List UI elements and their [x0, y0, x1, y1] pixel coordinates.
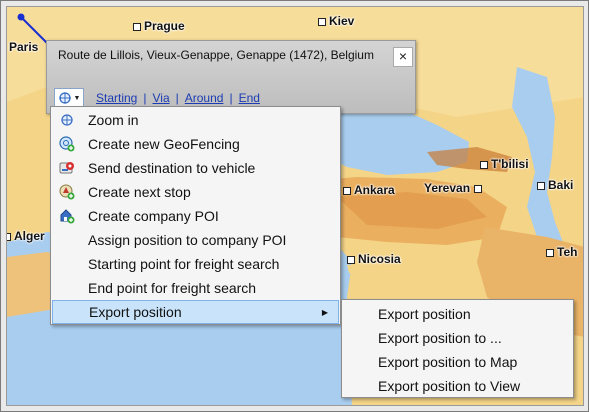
- city-marker: [133, 23, 141, 31]
- zoom-icon: [52, 113, 82, 127]
- menu-item-freight-end[interactable]: End point for freight search: [52, 276, 339, 300]
- submenu-item-export-to[interactable]: Export position to ...: [343, 326, 572, 350]
- city-marker: [343, 187, 351, 195]
- chevron-down-icon: ▼: [73, 94, 81, 102]
- menu-item-create-geofencing[interactable]: Create new GeoFencing: [52, 132, 339, 156]
- city-marker: [318, 18, 326, 26]
- menu-item-export-position[interactable]: Export position ▶: [52, 300, 339, 324]
- zoom-dropdown-button[interactable]: ▼: [54, 88, 84, 108]
- menu-item-send-destination[interactable]: Send destination to vehicle: [52, 156, 339, 180]
- menu-item-zoom-in[interactable]: Zoom in: [52, 108, 339, 132]
- city-marker: [474, 185, 483, 193]
- popup-address: Route de Lillois, Vieux-Genappe, Genappe…: [58, 48, 374, 62]
- city-marker: [480, 161, 488, 169]
- position-info-popup: Route de Lillois, Vieux-Genappe, Genappe…: [46, 40, 416, 114]
- city-label-tbilisi: T'bilisi: [480, 157, 529, 171]
- city-marker: [537, 182, 545, 190]
- next-stop-icon: [52, 184, 82, 200]
- geofencing-icon: [52, 136, 82, 152]
- menu-item-freight-start[interactable]: Starting point for freight search: [52, 252, 339, 276]
- city-label-paris: Paris: [9, 40, 39, 54]
- close-button[interactable]: ×: [393, 47, 413, 67]
- around-link[interactable]: Around: [185, 91, 224, 105]
- submenu-item-export-to-map[interactable]: Export position to Map: [343, 350, 572, 374]
- end-link[interactable]: End: [239, 91, 260, 105]
- city-marker: [7, 233, 11, 241]
- menu-item-create-company-poi[interactable]: Create company POI: [52, 204, 339, 228]
- send-destination-icon: [52, 160, 82, 176]
- submenu-item-export-to-view[interactable]: Export position to View: [343, 374, 572, 398]
- submenu-item-export-position[interactable]: Export position: [343, 302, 572, 326]
- menu-item-create-next-stop[interactable]: Create next stop: [52, 180, 339, 204]
- via-link[interactable]: Via: [152, 91, 169, 105]
- menu-item-assign-company-poi[interactable]: Assign position to company POI: [52, 228, 339, 252]
- city-label-nicosia: Nicosia: [347, 252, 401, 266]
- route-links: ▼ Starting | Via | Around | End: [54, 88, 266, 108]
- city-label-prague: Prague: [133, 19, 185, 33]
- city-marker: [546, 249, 554, 257]
- link-separator: |: [229, 91, 233, 105]
- company-poi-icon: [52, 208, 82, 224]
- starting-link[interactable]: Starting: [96, 91, 137, 105]
- city-label-teh: Teh: [546, 245, 577, 259]
- window-frame: Paris Prague Kiev T'bilisi Ankara Yereva…: [0, 0, 589, 412]
- submenu-arrow-icon: ▶: [321, 307, 328, 317]
- city-label-ankara: Ankara: [343, 183, 395, 197]
- city-marker: [347, 256, 355, 264]
- city-label-kiev: Kiev: [318, 14, 354, 28]
- export-submenu: Export position Export position to ... E…: [341, 299, 574, 398]
- link-separator: |: [143, 91, 147, 105]
- zoom-icon: [58, 92, 71, 104]
- city-label-baki: Baki: [537, 178, 573, 192]
- link-separator: |: [175, 91, 179, 105]
- context-menu: Zoom in Create new GeoFencing Send desti…: [50, 106, 341, 325]
- city-label-yerevan: Yerevan: [424, 181, 483, 195]
- city-label-alger: Alger: [7, 229, 45, 243]
